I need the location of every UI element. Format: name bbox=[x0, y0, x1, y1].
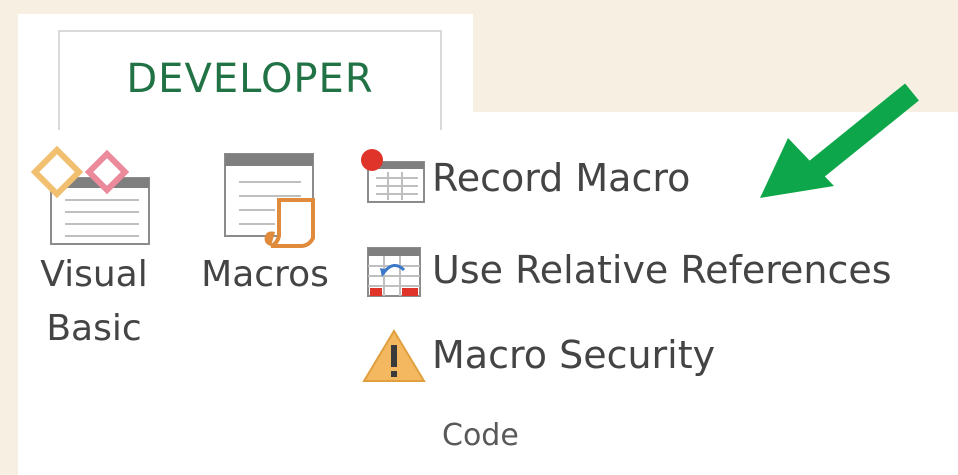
visual-basic-button[interactable]: Visual Basic bbox=[22, 140, 166, 356]
excel-ribbon-screenshot: DEVELOPER Visual Basic Macros Record Mac… bbox=[0, 0, 958, 475]
macros-button[interactable]: Macros bbox=[184, 140, 346, 302]
visual-basic-label-line2: Basic bbox=[46, 308, 142, 349]
use-relative-references-label: Use Relative References bbox=[432, 248, 892, 292]
use-relative-references-button[interactable]: Use Relative References bbox=[358, 236, 892, 304]
macro-security-label: Macro Security bbox=[432, 333, 716, 377]
record-macro-icon bbox=[361, 149, 425, 203]
pointer-arrow-icon bbox=[760, 83, 919, 198]
warning-icon bbox=[362, 329, 426, 382]
record-macro-label: Record Macro bbox=[432, 156, 691, 200]
tab-developer-label: DEVELOPER bbox=[126, 56, 374, 102]
visual-basic-label-line1: Visual bbox=[40, 254, 148, 295]
tab-developer[interactable]: DEVELOPER bbox=[58, 30, 442, 130]
macros-icon bbox=[224, 153, 315, 248]
macro-security-button[interactable]: Macro Security bbox=[358, 321, 715, 389]
record-macro-button[interactable]: Record Macro bbox=[358, 144, 690, 212]
group-label-code: Code bbox=[442, 418, 519, 453]
visual-basic-icon bbox=[30, 145, 150, 245]
relative-references-icon bbox=[367, 247, 421, 297]
macros-label: Macros bbox=[201, 254, 329, 295]
